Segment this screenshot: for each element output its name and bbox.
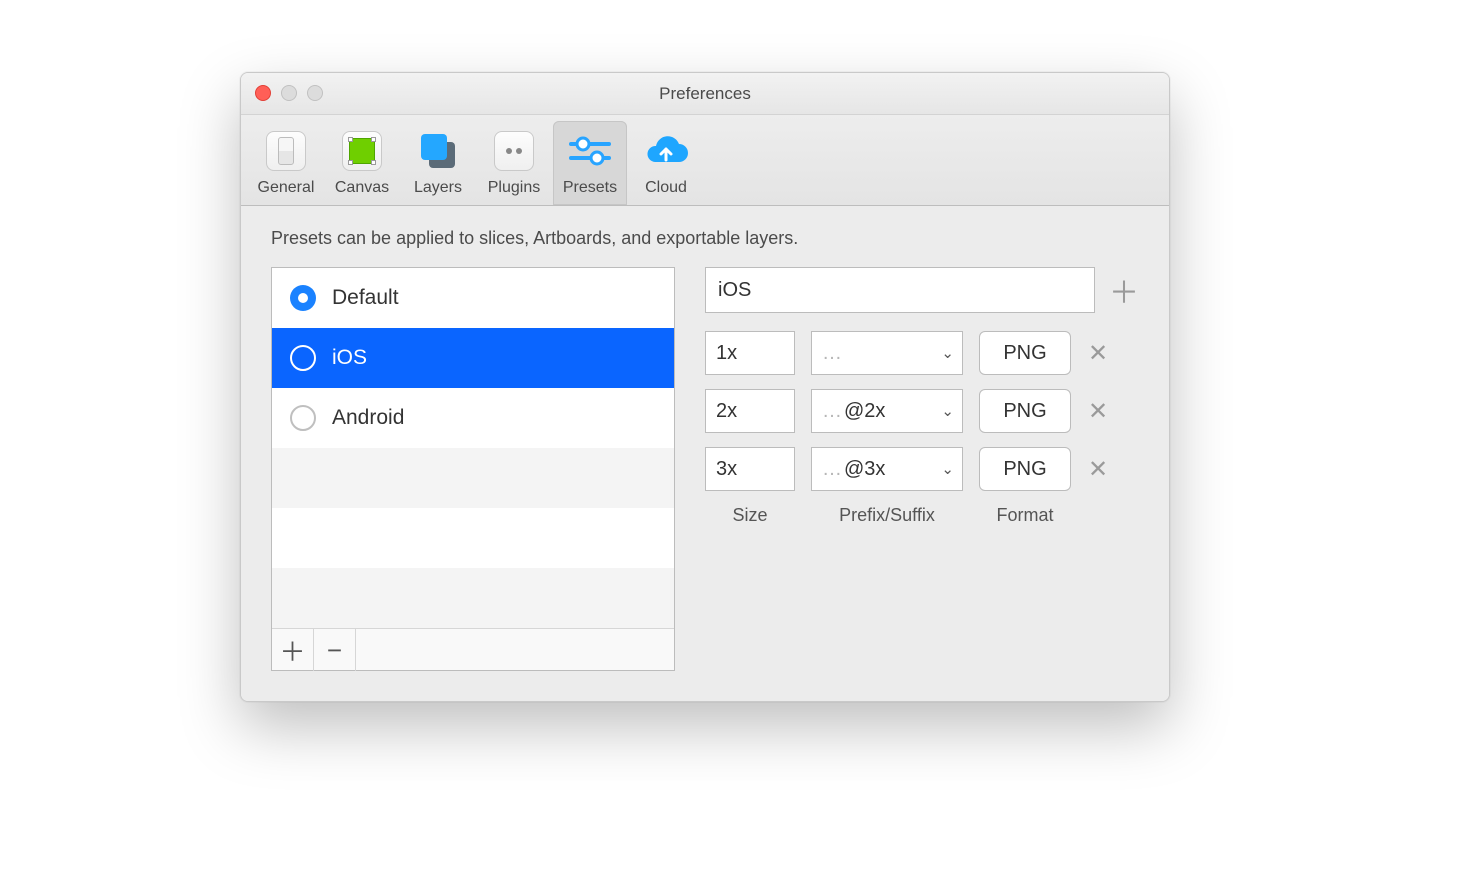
presets-list-footer: ＋ −: [272, 628, 674, 670]
format-select[interactable]: PNG: [979, 447, 1071, 491]
titlebar: Preferences: [241, 73, 1169, 115]
add-preset-button[interactable]: ＋: [272, 629, 314, 671]
chevron-down-icon: ⌄: [941, 460, 954, 478]
window-title: Preferences: [241, 84, 1169, 104]
size-input[interactable]: [705, 331, 795, 375]
remove-export-row-button[interactable]: ✕: [1087, 397, 1109, 426]
preset-detail: ＋ … ⌄ PNG ✕ …: [705, 267, 1139, 671]
size-column-label: Size: [705, 505, 795, 526]
canvas-icon: [342, 131, 382, 171]
format-select[interactable]: PNG: [979, 389, 1071, 433]
preset-name: iOS: [332, 346, 367, 370]
remove-export-row-button[interactable]: ✕: [1087, 339, 1109, 368]
preset-row-default[interactable]: Default: [272, 268, 674, 328]
cloud-upload-icon: [643, 134, 689, 168]
sliders-icon: [569, 135, 611, 167]
default-preset-radio[interactable]: [290, 285, 316, 311]
ellipsis-icon: …: [822, 400, 842, 423]
column-labels: Size Prefix/Suffix Format: [705, 505, 1139, 526]
format-column-label: Format: [979, 505, 1071, 526]
remove-preset-button[interactable]: −: [314, 629, 356, 671]
remove-export-row-button[interactable]: ✕: [1087, 455, 1109, 484]
tab-label: Plugins: [488, 179, 540, 197]
default-preset-radio[interactable]: [290, 405, 316, 431]
tab-presets[interactable]: Presets: [553, 121, 627, 205]
format-select[interactable]: PNG: [979, 331, 1071, 375]
preset-row-empty: [272, 508, 674, 568]
preset-row-ios[interactable]: iOS: [272, 328, 674, 388]
presets-pane: Presets can be applied to slices, Artboa…: [241, 206, 1169, 701]
suffix-value: @3x: [844, 458, 885, 481]
default-preset-radio[interactable]: [290, 345, 316, 371]
tab-general[interactable]: General: [249, 121, 323, 205]
export-row: … ⌄ PNG ✕: [705, 331, 1139, 375]
suffix-value: @2x: [844, 400, 885, 423]
layers-icon: [419, 132, 457, 170]
chevron-down-icon: ⌄: [941, 344, 954, 362]
preset-row-empty: [272, 448, 674, 508]
presets-list: Default iOS Android ＋ −: [271, 267, 675, 671]
tab-cloud[interactable]: Cloud: [629, 121, 703, 205]
zoom-window-button[interactable]: [307, 85, 323, 101]
close-window-button[interactable]: [255, 85, 271, 101]
preset-name: Android: [332, 406, 404, 430]
suffix-select[interactable]: … @3x ⌄: [811, 447, 963, 491]
ellipsis-icon: …: [822, 458, 842, 481]
add-export-size-button[interactable]: ＋: [1109, 268, 1139, 312]
preset-row-android[interactable]: Android: [272, 388, 674, 448]
tab-canvas[interactable]: Canvas: [325, 121, 399, 205]
ellipsis-icon: …: [822, 342, 842, 365]
format-value: PNG: [1003, 400, 1046, 423]
preset-row-empty: [272, 568, 674, 628]
suffix-select[interactable]: … ⌄: [811, 331, 963, 375]
minimize-window-button[interactable]: [281, 85, 297, 101]
suffix-column-label: Prefix/Suffix: [811, 505, 963, 526]
preferences-window: Preferences General Canvas Layers Plugin…: [240, 72, 1170, 702]
preset-name-input[interactable]: [705, 267, 1095, 313]
preferences-toolbar: General Canvas Layers Plugins: [241, 115, 1169, 206]
tab-plugins[interactable]: Plugins: [477, 121, 551, 205]
tab-label: General: [258, 179, 315, 197]
suffix-select[interactable]: … @2x ⌄: [811, 389, 963, 433]
chevron-down-icon: ⌄: [941, 402, 954, 420]
tab-label: Layers: [414, 179, 462, 197]
switch-icon: [266, 131, 306, 171]
outlet-icon: [494, 131, 534, 171]
format-value: PNG: [1003, 458, 1046, 481]
export-row: … @3x ⌄ PNG ✕: [705, 447, 1139, 491]
tab-label: Presets: [563, 179, 617, 197]
preset-name: Default: [332, 286, 399, 310]
format-value: PNG: [1003, 342, 1046, 365]
presets-description: Presets can be applied to slices, Artboa…: [271, 228, 1139, 249]
size-input[interactable]: [705, 447, 795, 491]
size-input[interactable]: [705, 389, 795, 433]
tab-label: Canvas: [335, 179, 389, 197]
traffic-lights: [255, 85, 323, 101]
export-row: … @2x ⌄ PNG ✕: [705, 389, 1139, 433]
tab-layers[interactable]: Layers: [401, 121, 475, 205]
tab-label: Cloud: [645, 179, 687, 197]
